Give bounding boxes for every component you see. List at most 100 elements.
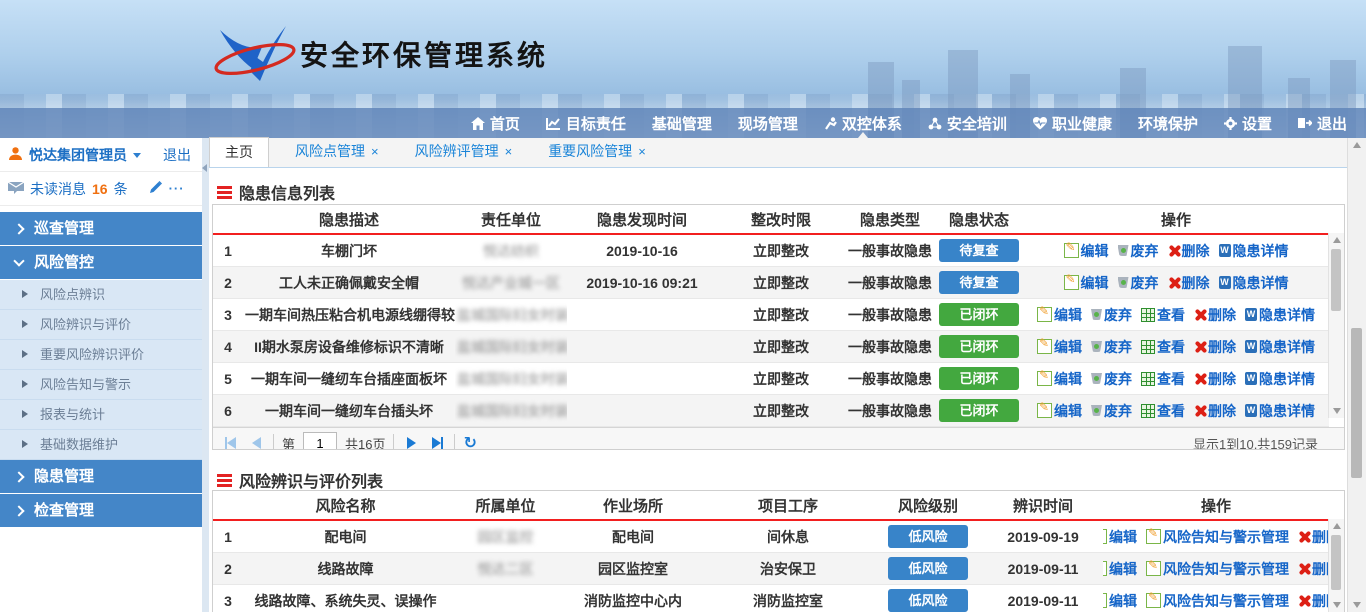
edit-button[interactable]: 编辑 [1064, 241, 1109, 261]
edit-button[interactable]: 编辑 [1037, 337, 1082, 357]
hazard-detail-button[interactable]: W隐患详情 [1245, 305, 1315, 325]
edit-button[interactable]: 编辑 [1103, 559, 1137, 579]
scroll-down-icon[interactable] [1333, 602, 1341, 608]
last-page-button[interactable] [428, 434, 446, 450]
nav-dual-control[interactable]: 双控体系 [811, 108, 915, 138]
sidebar-subitem-reports[interactable]: 报表与统计 [0, 400, 202, 430]
scroll-thumb[interactable] [1331, 249, 1341, 311]
edit-icon [1037, 403, 1052, 418]
discard-button[interactable]: 废弃 [1118, 273, 1159, 293]
user-logout-link[interactable]: 退出 [163, 145, 191, 165]
delete-button[interactable]: 删除 [1168, 273, 1210, 293]
risk-notice-button[interactable]: 风险告知与警示管理 [1146, 527, 1289, 547]
discard-button[interactable]: 废弃 [1091, 401, 1132, 421]
table-row[interactable]: 1 配电间 园区监控 配电间 间休息 低风险 2019-09-19 编辑 风险告… [213, 520, 1329, 553]
page-input[interactable] [303, 432, 337, 450]
more-options[interactable]: ··· [169, 181, 185, 196]
table-row[interactable]: 6 一期车间一缝纫车台插头坏 盐城国际妇女时装有限公司 立即整改 一般事故隐患 … [213, 395, 1329, 427]
edit-button[interactable]: 编辑 [1037, 401, 1082, 421]
view-button[interactable]: 查看 [1141, 337, 1185, 357]
sidebar-item-inspection[interactable]: 巡查管理 [0, 212, 202, 246]
hazard-detail-button[interactable]: W隐患详情 [1219, 241, 1289, 261]
sidebar-subitem-risk-point[interactable]: 风险点辨识 [0, 280, 202, 310]
nav-site-mgmt[interactable]: 现场管理 [725, 108, 811, 138]
hazard-table-scrollbar[interactable] [1328, 233, 1344, 418]
view-button[interactable]: 查看 [1141, 401, 1185, 421]
discard-button[interactable]: 废弃 [1091, 305, 1132, 325]
delete-button[interactable]: 删除 [1194, 369, 1236, 389]
delete-button[interactable]: 删除 [1194, 401, 1236, 421]
view-button[interactable]: 查看 [1141, 305, 1185, 325]
edit-button[interactable]: 编辑 [1037, 305, 1082, 325]
delete-button[interactable]: 删除 [1194, 305, 1236, 325]
nav-target-duty[interactable]: 目标责任 [533, 108, 639, 138]
nav-settings[interactable]: 设置 [1211, 108, 1285, 138]
hazard-detail-button[interactable]: W隐患详情 [1245, 369, 1315, 389]
table-row[interactable]: 2 线路故障 悦达二区 园区监控室 治安保卫 低风险 2019-09-11 编辑… [213, 553, 1329, 585]
discard-button[interactable]: 废弃 [1091, 337, 1132, 357]
triangle-right-icon [22, 440, 28, 448]
sidebar-collapse-gutter[interactable] [202, 138, 209, 612]
delete-button[interactable]: 删除 [1298, 591, 1329, 611]
delete-button[interactable]: 删除 [1298, 527, 1329, 547]
close-icon[interactable]: × [638, 144, 646, 159]
nav-environment[interactable]: 环境保护 [1125, 108, 1211, 138]
nav-home[interactable]: 首页 [458, 108, 533, 138]
edit-icon [1103, 529, 1107, 544]
edit-button[interactable]: 编辑 [1103, 591, 1137, 611]
table-row[interactable]: 3 线路故障、系统失灵、误操作 消防监控中心内 消防监控室 低风险 2019-0… [213, 585, 1329, 612]
sidebar-item-hazard[interactable]: 隐患管理 [0, 460, 202, 494]
hazard-detail-button[interactable]: W隐患详情 [1245, 337, 1315, 357]
discard-button[interactable]: 废弃 [1118, 241, 1159, 261]
hazard-detail-button[interactable]: W隐患详情 [1245, 401, 1315, 421]
delete-icon [1298, 563, 1310, 575]
nav-occupational-health[interactable]: 职业健康 [1020, 108, 1125, 138]
scroll-up-icon[interactable] [1333, 237, 1341, 243]
risk-notice-button[interactable]: 风险告知与警示管理 [1146, 591, 1289, 611]
table-row[interactable]: 1 车棚门坏 悦达纺织 2019-10-16 立即整改 一般事故隐患 待复查 编… [213, 234, 1329, 267]
delete-button[interactable]: 删除 [1194, 337, 1236, 357]
sidebar-item-risk-control[interactable]: 风险管控 [0, 246, 202, 280]
hazard-detail-button[interactable]: W隐患详情 [1219, 273, 1289, 293]
discard-button[interactable]: 废弃 [1091, 369, 1132, 389]
edit-button[interactable]: 编辑 [1037, 369, 1082, 389]
scroll-down-icon[interactable] [1333, 408, 1341, 414]
close-icon[interactable]: × [371, 144, 379, 159]
sidebar-subitem-risk-eval[interactable]: 风险辨识与评价 [0, 310, 202, 340]
table-row[interactable]: 5 一期车间一缝纫车台插座面板坏 盐城国际妇女时装有限公司 立即整改 一般事故隐… [213, 363, 1329, 395]
sidebar-subitem-major-risk[interactable]: 重要风险辨识评价 [0, 340, 202, 370]
table-row[interactable]: 4 II期水泵房设备维修标识不清晰 盐城国际妇女时装有限公司 立即整改 一般事故… [213, 331, 1329, 363]
first-page-button[interactable] [221, 434, 239, 450]
prev-page-button[interactable] [247, 434, 265, 450]
messages-label[interactable]: 未读消息 [30, 179, 86, 199]
scroll-thumb[interactable] [1331, 535, 1341, 590]
tab-home[interactable]: 主页 [209, 137, 269, 167]
risk-notice-button[interactable]: 风险告知与警示管理 [1146, 559, 1289, 579]
delete-button[interactable]: 删除 [1298, 559, 1329, 579]
view-button[interactable]: 查看 [1141, 369, 1185, 389]
next-page-button[interactable] [402, 434, 420, 450]
page-scrollbar[interactable] [1347, 138, 1366, 612]
nav-basic-mgmt[interactable]: 基础管理 [639, 108, 725, 138]
nav-logout[interactable]: 退出 [1285, 108, 1360, 138]
sidebar-item-check[interactable]: 检查管理 [0, 494, 202, 528]
table-row[interactable]: 3 一期车间热压粘合机电源线绷得较紧 盐城国际妇女时装有限公司 立即整改 一般事… [213, 299, 1329, 331]
scroll-down-icon[interactable] [1353, 602, 1361, 608]
user-name[interactable]: 悦达集团管理员 [29, 145, 127, 165]
sidebar-subitem-base-data[interactable]: 基础数据维护 [0, 430, 202, 460]
scroll-up-icon[interactable] [1333, 523, 1341, 529]
delete-button[interactable]: 删除 [1168, 241, 1210, 261]
close-icon[interactable]: × [505, 144, 513, 159]
edit-button[interactable]: 编辑 [1064, 273, 1109, 293]
scroll-thumb[interactable] [1351, 328, 1362, 478]
sidebar-subitem-risk-notice[interactable]: 风险告知与警示 [0, 370, 202, 400]
table-row[interactable]: 2 工人未正确佩戴安全帽 悦达产业城一区 2019-10-16 09:21 立即… [213, 267, 1329, 299]
compose-icon[interactable] [148, 180, 163, 198]
scroll-up-icon[interactable] [1353, 142, 1361, 148]
risk-table-scrollbar[interactable] [1328, 519, 1344, 612]
edit-button[interactable]: 编辑 [1103, 527, 1137, 547]
refresh-icon[interactable]: ↻ [463, 433, 476, 450]
user-dropdown-caret-icon[interactable] [133, 153, 141, 158]
nav-safety-training[interactable]: 安全培训 [915, 108, 1020, 138]
risk-level-badge: 低风险 [888, 557, 968, 580]
